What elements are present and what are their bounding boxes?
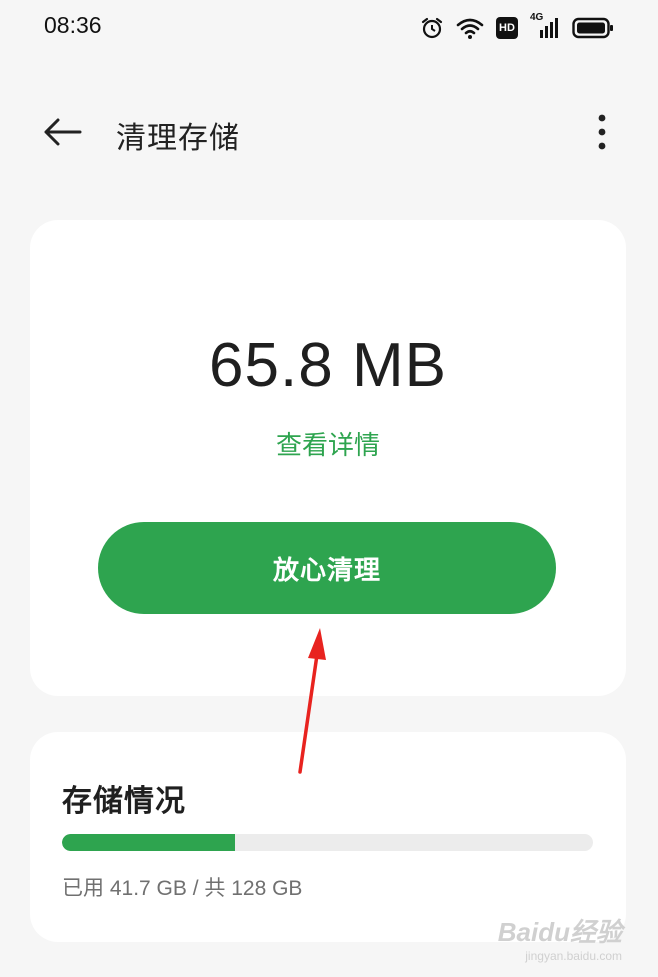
alarm-icon [420, 16, 444, 40]
storage-progress-fill [62, 834, 235, 851]
app-bar: 清理存储 [0, 96, 658, 172]
cellular-4g-icon: 4G [530, 12, 560, 40]
watermark-logo: Baidu经验 [497, 917, 622, 947]
storage-title: 存储情况 [62, 784, 186, 819]
storage-progress-bar [62, 834, 593, 851]
network-type-label: 4G [530, 12, 544, 23]
more-options-button[interactable] [590, 114, 614, 154]
more-vertical-icon [597, 114, 607, 154]
battery-icon [572, 16, 614, 40]
status-bar: 08:36 HD 4G [0, 0, 658, 56]
watermark-url: jingyan.baidu.com [525, 949, 622, 963]
view-details-link[interactable]: 查看详情 [30, 425, 626, 462]
storage-usage-text: 已用 41.7 GB / 共 128 GB [62, 877, 303, 900]
arrow-left-icon [42, 117, 82, 151]
clean-button[interactable]: 放心清理 [98, 522, 556, 614]
wifi-icon [456, 16, 484, 40]
hd-icon: HD [496, 17, 518, 39]
status-icons: HD 4G [420, 12, 614, 44]
baidu-watermark: Baidu经验 jingyan.baidu.com [498, 912, 622, 963]
back-button[interactable] [40, 112, 84, 156]
annotation-arrow-icon [298, 628, 326, 774]
junk-size-value: 65.8 MB [209, 331, 447, 400]
status-time: 08:36 [44, 12, 102, 38]
page-title: 清理存储 [116, 121, 240, 156]
